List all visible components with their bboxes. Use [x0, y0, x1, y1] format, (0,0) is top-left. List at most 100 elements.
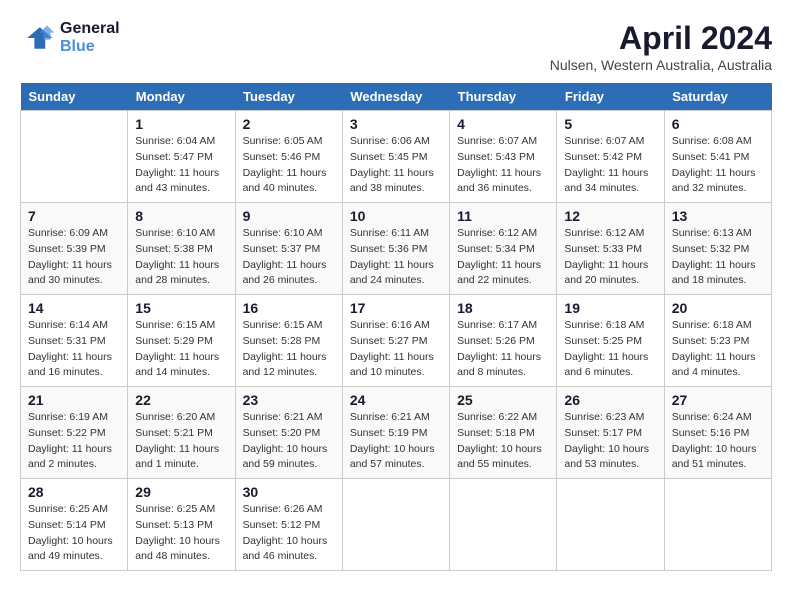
calendar-cell: 7Sunrise: 6:09 AM Sunset: 5:39 PM Daylig… — [21, 203, 128, 295]
calendar-cell: 14 Sunrise: 6:14 AM Sunset: 5:31 PM Dayli… — [21, 295, 128, 387]
day-header-sunday: Sunday — [21, 83, 128, 111]
calendar-cell: 19 Sunrise: 6:18 AM Sunset: 5:25 PM Dayli… — [557, 295, 664, 387]
day-number: 19 — [564, 300, 656, 316]
day-number: 5 — [564, 116, 656, 132]
day-number: 7 — [28, 208, 120, 224]
calendar-cell: 10Sunrise: 6:11 AM Sunset: 5:36 PM Dayli… — [342, 203, 449, 295]
subtitle: Nulsen, Western Australia, Australia — [550, 57, 772, 73]
calendar-cell: 4Sunrise: 6:07 AM Sunset: 5:43 PM Daylig… — [450, 111, 557, 203]
day-detail: Sunrise: 6:07 AM Sunset: 5:42 PM Dayligh… — [564, 134, 656, 197]
calendar-table: SundayMondayTuesdayWednesdayThursdayFrid… — [20, 83, 772, 571]
calendar-cell: 13 Sunrise: 6:13 AM Sunset: 5:32 PM Dayli… — [664, 203, 771, 295]
day-number: 26 — [564, 392, 656, 408]
week-row-3: 14 Sunrise: 6:14 AM Sunset: 5:31 PM Dayli… — [21, 295, 772, 387]
calendar-header-row: SundayMondayTuesdayWednesdayThursdayFrid… — [21, 83, 772, 111]
day-number: 1 — [135, 116, 227, 132]
day-number: 17 — [350, 300, 442, 316]
day-detail: Sunrise: 6:13 AM Sunset: 5:32 PM Dayligh… — [672, 226, 764, 289]
calendar-cell: 3Sunrise: 6:06 AM Sunset: 5:45 PM Daylig… — [342, 111, 449, 203]
day-number: 18 — [457, 300, 549, 316]
logo-general: General — [60, 20, 120, 38]
day-number: 25 — [457, 392, 549, 408]
calendar-cell: 16Sunrise: 6:15 AM Sunset: 5:28 PM Dayli… — [235, 295, 342, 387]
calendar-cell: 22 Sunrise: 6:20 AM Sunset: 5:21 PM Dayli… — [128, 387, 235, 479]
calendar-cell: 27 Sunrise: 6:24 AM Sunset: 5:16 PM Dayli… — [664, 387, 771, 479]
day-detail: Sunrise: 6:10 AM Sunset: 5:38 PM Dayligh… — [135, 226, 227, 289]
day-detail: Sunrise: 6:26 AM Sunset: 5:12 PM Dayligh… — [243, 502, 335, 565]
day-header-thursday: Thursday — [450, 83, 557, 111]
calendar-cell — [450, 479, 557, 571]
day-number: 23 — [243, 392, 335, 408]
day-detail: Sunrise: 6:08 AM Sunset: 5:41 PM Dayligh… — [672, 134, 764, 197]
day-detail: Sunrise: 6:07 AM Sunset: 5:43 PM Dayligh… — [457, 134, 549, 197]
day-detail: Sunrise: 6:12 AM Sunset: 5:33 PM Dayligh… — [564, 226, 656, 289]
day-number: 24 — [350, 392, 442, 408]
calendar-cell: 12 Sunrise: 6:12 AM Sunset: 5:33 PM Dayli… — [557, 203, 664, 295]
day-detail: Sunrise: 6:25 AM Sunset: 5:13 PM Dayligh… — [135, 502, 227, 565]
calendar-cell: 18 Sunrise: 6:17 AM Sunset: 5:26 PM Dayli… — [450, 295, 557, 387]
day-number: 20 — [672, 300, 764, 316]
day-detail: Sunrise: 6:05 AM Sunset: 5:46 PM Dayligh… — [243, 134, 335, 197]
day-detail: Sunrise: 6:23 AM Sunset: 5:17 PM Dayligh… — [564, 410, 656, 473]
day-detail: Sunrise: 6:17 AM Sunset: 5:26 PM Dayligh… — [457, 318, 549, 381]
calendar-cell: 17 Sunrise: 6:16 AM Sunset: 5:27 PM Dayli… — [342, 295, 449, 387]
logo-blue: Blue — [60, 38, 120, 56]
day-header-monday: Monday — [128, 83, 235, 111]
day-number: 30 — [243, 484, 335, 500]
logo: General Blue — [20, 20, 120, 56]
calendar-cell: 30 Sunrise: 6:26 AM Sunset: 5:12 PM Dayli… — [235, 479, 342, 571]
calendar-cell: 28 Sunrise: 6:25 AM Sunset: 5:14 PM Dayli… — [21, 479, 128, 571]
day-detail: Sunrise: 6:24 AM Sunset: 5:16 PM Dayligh… — [672, 410, 764, 473]
week-row-2: 7Sunrise: 6:09 AM Sunset: 5:39 PM Daylig… — [21, 203, 772, 295]
calendar-cell — [21, 111, 128, 203]
calendar-cell: 29Sunrise: 6:25 AM Sunset: 5:13 PM Dayli… — [128, 479, 235, 571]
day-header-tuesday: Tuesday — [235, 83, 342, 111]
calendar-cell: 9 Sunrise: 6:10 AM Sunset: 5:37 PM Daylig… — [235, 203, 342, 295]
week-row-1: 1 Sunrise: 6:04 AM Sunset: 5:47 PM Daylig… — [21, 111, 772, 203]
logo-text: General Blue — [60, 20, 120, 55]
day-detail: Sunrise: 6:10 AM Sunset: 5:37 PM Dayligh… — [243, 226, 335, 289]
calendar-cell: 20 Sunrise: 6:18 AM Sunset: 5:23 PM Dayli… — [664, 295, 771, 387]
day-number: 27 — [672, 392, 764, 408]
day-detail: Sunrise: 6:22 AM Sunset: 5:18 PM Dayligh… — [457, 410, 549, 473]
calendar-cell: 1 Sunrise: 6:04 AM Sunset: 5:47 PM Daylig… — [128, 111, 235, 203]
day-detail: Sunrise: 6:11 AM Sunset: 5:36 PM Dayligh… — [350, 226, 442, 289]
calendar-cell: 23 Sunrise: 6:21 AM Sunset: 5:20 PM Dayli… — [235, 387, 342, 479]
day-number: 21 — [28, 392, 120, 408]
day-number: 15 — [135, 300, 227, 316]
calendar-cell: 6 Sunrise: 6:08 AM Sunset: 5:41 PM Daylig… — [664, 111, 771, 203]
day-number: 6 — [672, 116, 764, 132]
day-number: 16 — [243, 300, 335, 316]
day-header-wednesday: Wednesday — [342, 83, 449, 111]
calendar-cell: 26 Sunrise: 6:23 AM Sunset: 5:17 PM Dayli… — [557, 387, 664, 479]
day-number: 9 — [243, 208, 335, 224]
day-number: 14 — [28, 300, 120, 316]
main-title: April 2024 — [550, 20, 772, 57]
day-number: 2 — [243, 116, 335, 132]
calendar-cell: 11Sunrise: 6:12 AM Sunset: 5:34 PM Dayli… — [450, 203, 557, 295]
calendar-cell: 15 Sunrise: 6:15 AM Sunset: 5:29 PM Dayli… — [128, 295, 235, 387]
day-detail: Sunrise: 6:16 AM Sunset: 5:27 PM Dayligh… — [350, 318, 442, 381]
day-header-friday: Friday — [557, 83, 664, 111]
day-detail: Sunrise: 6:21 AM Sunset: 5:19 PM Dayligh… — [350, 410, 442, 473]
calendar-cell: 24 Sunrise: 6:21 AM Sunset: 5:19 PM Dayli… — [342, 387, 449, 479]
day-detail: Sunrise: 6:04 AM Sunset: 5:47 PM Dayligh… — [135, 134, 227, 197]
day-number: 28 — [28, 484, 120, 500]
day-number: 22 — [135, 392, 227, 408]
page-header: General Blue April 2024 Nulsen, Western … — [20, 20, 772, 73]
day-number: 11 — [457, 208, 549, 224]
day-detail: Sunrise: 6:06 AM Sunset: 5:45 PM Dayligh… — [350, 134, 442, 197]
day-detail: Sunrise: 6:25 AM Sunset: 5:14 PM Dayligh… — [28, 502, 120, 565]
day-detail: Sunrise: 6:18 AM Sunset: 5:23 PM Dayligh… — [672, 318, 764, 381]
day-number: 12 — [564, 208, 656, 224]
day-detail: Sunrise: 6:21 AM Sunset: 5:20 PM Dayligh… — [243, 410, 335, 473]
calendar-cell: 8Sunrise: 6:10 AM Sunset: 5:38 PM Daylig… — [128, 203, 235, 295]
week-row-5: 28 Sunrise: 6:25 AM Sunset: 5:14 PM Dayli… — [21, 479, 772, 571]
day-detail: Sunrise: 6:15 AM Sunset: 5:29 PM Dayligh… — [135, 318, 227, 381]
calendar-cell: 5 Sunrise: 6:07 AM Sunset: 5:42 PM Daylig… — [557, 111, 664, 203]
day-detail: Sunrise: 6:14 AM Sunset: 5:31 PM Dayligh… — [28, 318, 120, 381]
day-number: 13 — [672, 208, 764, 224]
day-detail: Sunrise: 6:20 AM Sunset: 5:21 PM Dayligh… — [135, 410, 227, 473]
calendar-cell — [557, 479, 664, 571]
day-detail: Sunrise: 6:18 AM Sunset: 5:25 PM Dayligh… — [564, 318, 656, 381]
